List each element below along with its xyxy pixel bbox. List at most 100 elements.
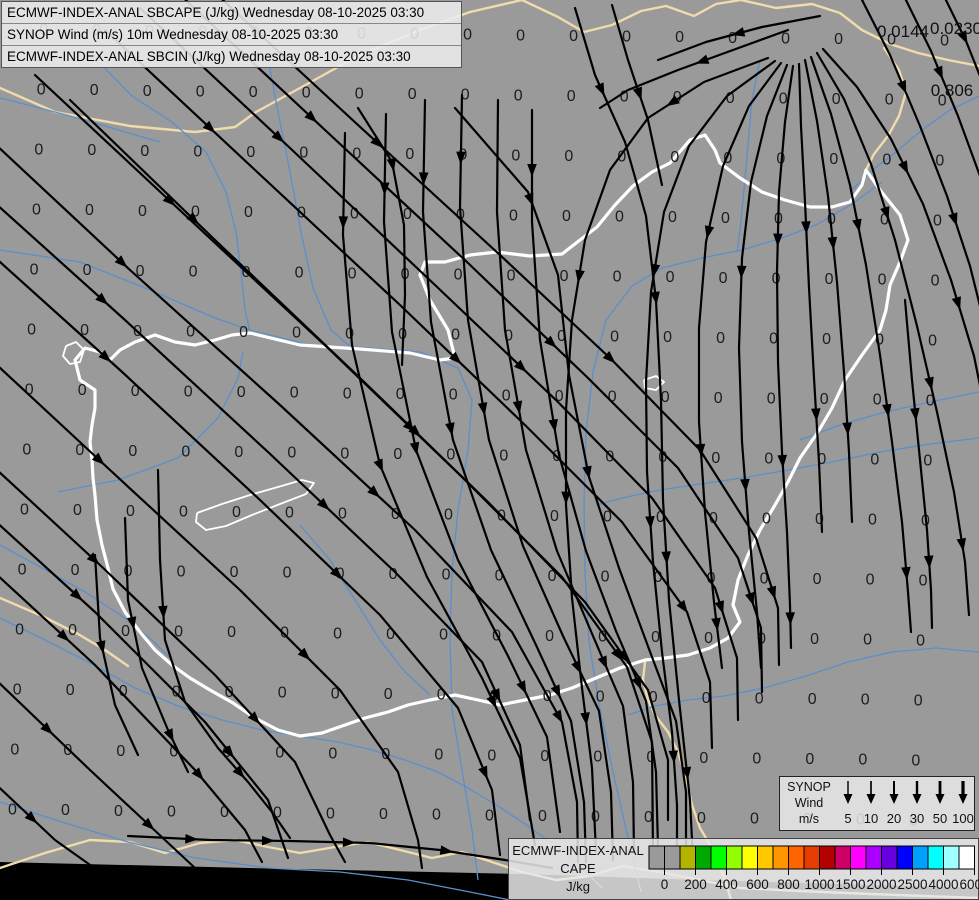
sbcin-grid-value: 0: [931, 272, 940, 289]
cape-color-swatch: [943, 845, 960, 870]
sbcin-grid-value: 0: [193, 143, 202, 160]
wind-speed-arrow-icon: [843, 781, 853, 804]
sbcin-grid-value: 0: [348, 265, 357, 282]
wind-legend-title-line: m/s: [798, 812, 820, 826]
sbcin-grid-value: 0: [711, 450, 720, 467]
cape-color-swatch: [726, 845, 743, 870]
wind-speed-label: 50: [933, 811, 947, 826]
sbcin-grid-value: 0: [278, 685, 287, 702]
sbcin-grid-value: 0: [246, 144, 255, 161]
cape-color-swatch: [664, 845, 681, 870]
wind-speed-arrow-icon: [912, 781, 922, 804]
sbcin-grid-value: 0: [487, 747, 496, 764]
sbcin-grid-value: 0: [234, 444, 243, 461]
cape-tick-label: 2000: [866, 877, 896, 892]
sbcin-grid-value: 0: [384, 686, 393, 703]
sbcin-grid-value: 0: [832, 91, 841, 108]
sbcin-grid-value: 0: [834, 31, 843, 48]
sbcin-grid-value: 0: [442, 567, 451, 584]
sbcin-grid-value: 0: [285, 505, 294, 522]
sbcin-grid-value: 0: [283, 565, 292, 582]
sbcin-grid-value: 0: [10, 742, 19, 759]
sbcin-grid-value: 0: [863, 632, 872, 649]
sbcin-grid-value: 0: [85, 202, 94, 219]
cape-legend-title-line: CAPE: [560, 861, 596, 876]
cape-tick-label: 200: [684, 877, 707, 892]
wind-speed-arrow-icon: [935, 781, 945, 804]
cape-color-swatch: [819, 845, 836, 870]
sbcin-grid-value: 0: [878, 272, 887, 289]
sbcin-grid-value: 0: [244, 204, 253, 221]
cape-legend: ECMWF-INDEX-ANAL CAPE J/kg 0 200 400 600 800 10…: [508, 838, 979, 900]
station-value: 0.806: [931, 81, 974, 100]
sbcin-grid-value: 0: [825, 271, 834, 288]
cape-color-swatch: [803, 845, 820, 870]
sbcin-grid-value: 0: [237, 384, 246, 401]
sbcin-grid-value: 0: [499, 447, 508, 464]
cape-colorbar: 0 200 400 600 800 100015002000250040006000: [648, 845, 979, 892]
cape-color-swatch: [850, 845, 867, 870]
sbcin-grid-value: 0: [675, 29, 684, 46]
sbcin-grid-value: 0: [340, 445, 349, 462]
wind-legend-arrows: 5 10 20 30 50 100: [843, 781, 974, 826]
sbcin-grid-value: 0: [355, 85, 364, 102]
wind-legend-title: SYNOP Wind m/s: [780, 779, 838, 827]
sbcin-grid-value: 0: [196, 83, 205, 100]
sbcin-grid-value: 0: [181, 443, 190, 460]
sbcin-grid-value: 0: [511, 147, 520, 164]
sbcin-grid-value: 0: [68, 622, 77, 639]
sbcin-grid-value: 0: [78, 382, 87, 399]
sbcin-grid-value: 0: [249, 84, 258, 101]
sbcin-grid-value: 0: [514, 87, 523, 104]
station-value: 0.0230: [930, 19, 979, 38]
cape-legend-title-line: ECMWF-INDEX-ANAL: [512, 843, 644, 858]
sbcin-grid-value: 0: [764, 450, 773, 467]
sbcin-grid-value: 0: [610, 329, 619, 346]
sbcin-grid-value: 0: [829, 151, 838, 168]
sbcin-grid-value: 0: [596, 689, 605, 706]
sbcin-grid-value: 0: [379, 806, 388, 823]
sbcin-grid-value: 0: [18, 562, 27, 579]
wind-speed-arrow-icon: [866, 781, 876, 804]
sbcin-grid-value: 0: [30, 262, 39, 279]
sbcin-grid-value: 0: [61, 802, 70, 819]
sbcin-grid-value: 0: [719, 270, 728, 287]
wind-speed-label: 30: [910, 811, 924, 826]
sbcin-grid-value: 0: [15, 622, 24, 639]
sbcin-grid-value: 0: [143, 83, 152, 100]
sbcin-grid-value: 0: [716, 330, 725, 347]
sbcin-grid-value: 0: [230, 564, 239, 581]
sbcin-grid-value: 0: [292, 325, 301, 342]
sbcin-grid-value: 0: [885, 92, 894, 109]
sbcin-grid-value: 0: [670, 149, 679, 166]
sbcin-grid-value: 0: [454, 267, 463, 284]
sbcin-grid-value: 0: [545, 628, 554, 645]
sbcin-grid-value: 0: [933, 212, 942, 229]
sbcin-grid-value: 0: [516, 27, 525, 44]
sbcin-grid-value: 0: [767, 390, 776, 407]
sbcin-grid-value: 0: [550, 508, 559, 525]
sbcin-grid-value: 0: [808, 691, 817, 708]
sbcin-grid-value: 0: [668, 209, 677, 226]
cape-tick-label: 0: [661, 877, 669, 892]
sbcin-grid-value: 0: [451, 327, 460, 344]
sbcin-grid-value: 0: [22, 442, 31, 459]
sbcin-grid-value: 0: [20, 502, 29, 519]
sbcin-grid-value: 0: [90, 82, 99, 99]
sbcin-grid-value: 0: [820, 391, 829, 408]
sbcin-grid-value: 0: [434, 747, 443, 764]
wind-legend-title-line: Wind: [794, 796, 824, 810]
sbcin-grid-value: 0: [232, 504, 241, 521]
sbcin-grid-value: 0: [140, 143, 149, 160]
sbcin-grid-value: 0: [302, 85, 311, 102]
map-title-line-3: ECMWF-INDEX-ANAL SBCIN (J/kg) Wednesday …: [7, 49, 411, 64]
sbcin-grid-value: 0: [227, 624, 236, 641]
sbcin-grid-value: 0: [83, 262, 92, 279]
sbcin-grid-value: 0: [27, 322, 36, 339]
sbcin-grid-value: 0: [911, 752, 920, 769]
sbcin-grid-value: 0: [560, 268, 569, 285]
sbcin-grid-value: 0: [752, 750, 761, 767]
sbcin-grid-value: 0: [393, 446, 402, 463]
sbcin-grid-value: 0: [858, 752, 867, 769]
cape-color-swatch: [927, 845, 944, 870]
